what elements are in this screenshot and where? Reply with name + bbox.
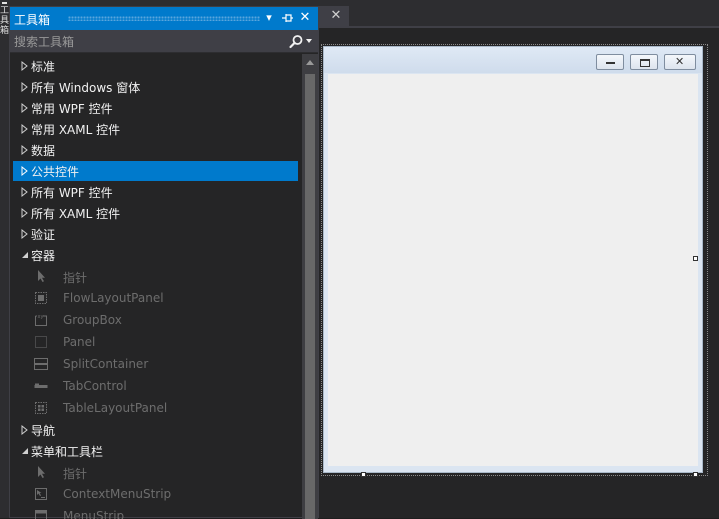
item-label: 指针 [63, 269, 87, 286]
resize-handle-bottom[interactable] [361, 472, 366, 477]
expand-arrow-icon[interactable] [20, 165, 30, 177]
expand-arrow-icon[interactable] [20, 207, 30, 219]
groupbox-icon: xy [34, 313, 48, 327]
collapse-arrow-icon[interactable] [20, 249, 30, 261]
item-label: 指针 [63, 465, 87, 482]
toolbox-item-groupbox[interactable]: xy GroupBox [13, 310, 298, 330]
close-icon: ✕ [675, 55, 684, 69]
toolbox-title-bar[interactable]: 工具箱 ▾ ✕ [10, 7, 318, 30]
toolbox-side-tab[interactable]: 工具箱 [0, 0, 9, 518]
flowlayoutpanel-icon [34, 291, 48, 305]
auto-hide-pin-icon[interactable] [280, 10, 294, 26]
category-common-controls[interactable]: 公共控件 [13, 161, 298, 181]
search-options-dropdown-icon[interactable] [306, 39, 312, 43]
side-tab-marker [2, 2, 7, 4]
scroll-up-arrow-icon[interactable] [306, 60, 314, 65]
close-tab-icon[interactable]: ✕ [329, 9, 343, 23]
category-all-xaml[interactable]: 所有 XAML 控件 [13, 203, 298, 223]
svg-text:xy: xy [38, 314, 44, 320]
category-label: 公共控件 [31, 163, 79, 180]
expand-arrow-icon[interactable] [20, 102, 30, 114]
item-label: SplitContainer [63, 357, 148, 371]
category-label: 常用 XAML 控件 [31, 121, 120, 138]
toolbox-item-menustrip[interactable]: MenuStrip [13, 506, 298, 519]
vertical-scrollbar[interactable] [302, 54, 318, 519]
tabcontrol-icon [34, 379, 48, 393]
resize-handle-right[interactable] [693, 256, 698, 261]
toolbox-item-contextmenustrip[interactable]: ContextMenuStrip [13, 484, 298, 504]
item-label: GroupBox [63, 313, 122, 327]
minimize-icon [606, 62, 615, 64]
category-containers[interactable]: 容器 [13, 245, 298, 265]
toolbox-item-tabcontrol[interactable]: TabControl [13, 376, 298, 396]
item-label: TabControl [63, 379, 127, 393]
expand-arrow-icon[interactable] [20, 81, 30, 93]
category-standard[interactable]: 标准 [13, 56, 298, 76]
window-position-dropdown-icon[interactable]: ▾ [262, 10, 276, 26]
form-window[interactable]: ✕ [323, 46, 703, 473]
close-panel-icon[interactable]: ✕ [298, 10, 312, 26]
close-button[interactable]: ✕ [664, 54, 696, 70]
side-tab-label: 工具箱 [0, 6, 9, 36]
toolbox-item-tablelayoutpanel[interactable]: TableLayoutPanel [13, 398, 298, 418]
category-menus-toolbars[interactable]: 菜单和工具栏 [13, 441, 298, 461]
item-label: FlowLayoutPanel [63, 291, 164, 305]
category-label: 所有 WPF 控件 [31, 184, 113, 201]
category-all-wpf[interactable]: 所有 WPF 控件 [13, 182, 298, 202]
toolbox-panel: 工具箱 ▾ ✕ 标准 所有 Windows 窗体 常用 WPF 控件 常用 [9, 6, 319, 518]
expand-arrow-icon[interactable] [20, 123, 30, 135]
category-label: 标准 [31, 58, 55, 75]
item-label: Panel [63, 335, 95, 349]
form-titlebar: ✕ [324, 47, 702, 73]
category-label: 菜单和工具栏 [31, 443, 103, 460]
category-label: 验证 [31, 226, 55, 243]
toolbox-item-pointer[interactable]: 指针 [13, 462, 298, 482]
category-all-windows-forms[interactable]: 所有 Windows 窗体 [13, 77, 298, 97]
toolbox-item-pointer[interactable]: 指针 [13, 266, 298, 286]
category-common-xaml[interactable]: 常用 XAML 控件 [13, 119, 298, 139]
category-label: 数据 [31, 142, 55, 159]
category-label: 所有 XAML 控件 [31, 205, 120, 222]
collapse-arrow-icon[interactable] [20, 445, 30, 457]
category-validation[interactable]: 验证 [13, 224, 298, 244]
restore-icon [640, 59, 650, 67]
search-icon[interactable] [288, 34, 304, 50]
expand-arrow-icon[interactable] [20, 228, 30, 240]
expand-arrow-icon[interactable] [20, 186, 30, 198]
toolbox-title: 工具箱 [14, 11, 50, 28]
tablelayoutpanel-icon [34, 401, 48, 415]
toolbox-tree: 标准 所有 Windows 窗体 常用 WPF 控件 常用 XAML 控件 数据… [10, 54, 300, 519]
category-label: 导航 [31, 422, 55, 439]
category-common-wpf[interactable]: 常用 WPF 控件 [13, 98, 298, 118]
panel-icon [34, 335, 48, 349]
expand-arrow-icon[interactable] [20, 424, 30, 436]
toolbox-item-flowlayoutpanel[interactable]: FlowLayoutPanel [13, 288, 298, 308]
expand-arrow-icon[interactable] [20, 60, 30, 72]
pointer-icon [34, 269, 48, 283]
item-label: ContextMenuStrip [63, 487, 171, 501]
category-navigation[interactable]: 导航 [13, 420, 298, 440]
category-label: 所有 Windows 窗体 [31, 79, 140, 96]
toolbox-item-panel[interactable]: Panel [13, 332, 298, 352]
contextmenustrip-icon [34, 487, 48, 501]
maximize-button[interactable] [630, 54, 658, 70]
category-label: 常用 WPF 控件 [31, 100, 113, 117]
scroll-thumb[interactable] [305, 74, 315, 519]
form-client-area[interactable] [328, 74, 698, 466]
search-box [10, 30, 318, 53]
expand-arrow-icon[interactable] [20, 144, 30, 156]
minimize-button[interactable] [596, 54, 624, 70]
title-grip [68, 16, 260, 21]
category-label: 容器 [31, 247, 55, 264]
pointer-icon [34, 465, 48, 479]
toolbox-item-splitcontainer[interactable]: SplitContainer [13, 354, 298, 374]
search-input[interactable] [14, 33, 274, 50]
category-data[interactable]: 数据 [13, 140, 298, 160]
splitcontainer-icon [34, 357, 48, 371]
item-label: TableLayoutPanel [63, 401, 167, 415]
resize-handle-corner[interactable] [693, 472, 698, 477]
